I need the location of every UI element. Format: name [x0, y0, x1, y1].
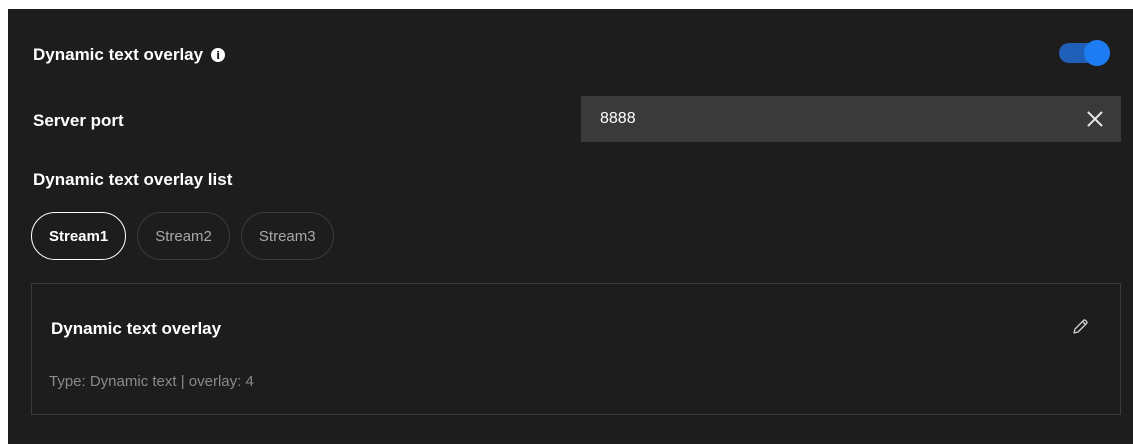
server-port-label: Server port — [33, 111, 124, 130]
overlay-toggle[interactable] — [1059, 40, 1110, 66]
info-icon[interactable]: i — [211, 48, 226, 62]
overlay-card-subtitle: Type: Dynamic text | overlay: 4 — [49, 373, 254, 390]
stream-tabs: Stream1 Stream2 Stream3 — [31, 212, 334, 260]
close-icon[interactable] — [1085, 109, 1105, 129]
overlay-setting-title: Dynamic text overlay — [33, 45, 204, 64]
server-port-value[interactable]: 8888 — [600, 110, 1085, 128]
overlay-setting-row: Dynamic text overlay i — [33, 45, 226, 65]
tab-stream1[interactable]: Stream1 — [31, 212, 127, 260]
toggle-knob — [1084, 40, 1110, 66]
overlay-list-label: Dynamic text overlay list — [33, 170, 233, 189]
overlay-card-title: Dynamic text overlay — [51, 319, 222, 338]
overlay-card: Dynamic text overlay Type: Dynamic text … — [31, 283, 1121, 415]
server-port-input[interactable]: 8888 — [581, 96, 1121, 142]
tab-stream2[interactable]: Stream2 — [137, 212, 230, 260]
tab-stream3[interactable]: Stream3 — [240, 212, 334, 260]
pencil-icon[interactable] — [1070, 317, 1090, 337]
